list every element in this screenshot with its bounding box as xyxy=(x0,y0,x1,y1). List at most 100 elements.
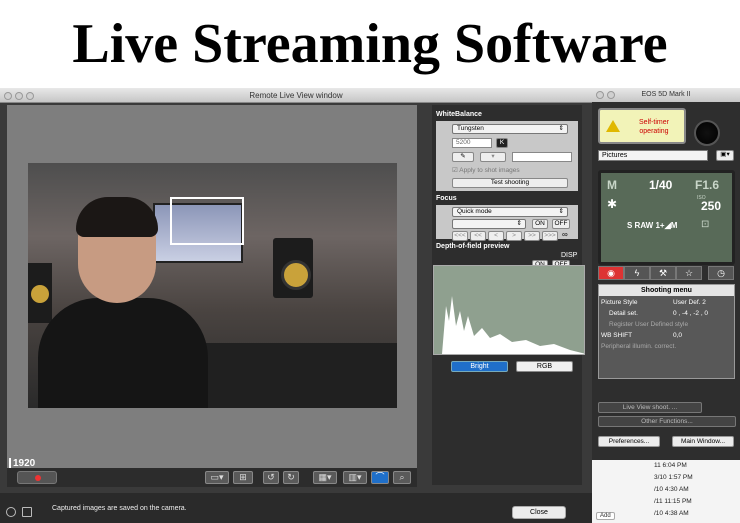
apply-checkbox-label: Apply to shot images xyxy=(459,167,520,174)
person-hair xyxy=(76,197,158,237)
eos-window-title: EOS 5D Mark II xyxy=(641,91,691,98)
speaker-right xyxy=(273,238,313,298)
speaker-left xyxy=(28,263,52,323)
minimize-window-icon[interactable] xyxy=(607,91,615,99)
face-detect-icon[interactable]: ⌒ xyxy=(371,471,389,484)
menu-row-picture-style[interactable]: Picture Style User Def. 2 xyxy=(601,297,732,308)
zoom-icon[interactable]: ▥▾ xyxy=(343,471,367,484)
grid-toggle-icon[interactable]: ⊞ xyxy=(233,471,253,484)
white-balance-section: Tungsten ⇕ 5200 K ✎ ▾ ☑ Apply to shot ima… xyxy=(436,121,578,191)
kelvin-field[interactable]: 5200 xyxy=(452,138,492,148)
infinity-icon: ∞ xyxy=(562,230,568,239)
list-item[interactable]: /11 11:15 PM xyxy=(654,498,692,505)
focus-near-mid-button[interactable]: << xyxy=(470,231,486,241)
white-balance-select[interactable]: Tungsten ⇕ xyxy=(452,124,568,134)
live-view-area[interactable] xyxy=(7,105,417,486)
iso-value[interactable]: 250 xyxy=(701,199,721,213)
record-button[interactable] xyxy=(17,471,57,484)
rlv-titlebar: Remote Live View window xyxy=(0,88,592,103)
close-button[interactable]: Close xyxy=(512,506,566,519)
camera-icon: ⊡ xyxy=(701,219,710,230)
self-timer-warning: Self-timer operating xyxy=(598,108,686,144)
tab-timer-icon[interactable]: ◷ xyxy=(708,266,734,280)
camera-lcd-panel: M 1/40 F1.6 ✱ ISO 250 S RAW 1+◢M ⊡ xyxy=(598,170,735,265)
desk xyxy=(188,343,397,408)
add-button[interactable]: Add xyxy=(596,512,615,520)
menu-row-peripheral[interactable]: Peripheral illumin. correct. xyxy=(601,341,732,352)
tab-shooting-icon[interactable]: ◉ xyxy=(598,266,624,280)
warning-icon xyxy=(606,120,620,132)
close-window-icon[interactable] xyxy=(596,91,604,99)
list-item[interactable]: /10 4:30 AM xyxy=(654,486,689,493)
wb-name-field[interactable] xyxy=(512,152,572,162)
focus-section: Quick mode ⇕ ⇕ ON OFF <<< << < > >> >>> ∞ xyxy=(436,205,578,241)
af-on-button[interactable]: ON xyxy=(532,219,548,229)
eyedropper-icon[interactable]: ✎ xyxy=(452,152,474,162)
aperture[interactable]: F1.6 xyxy=(695,178,719,192)
shooting-menu: Shooting menu Picture Style User Def. 2 D… xyxy=(598,284,735,379)
focus-far-mid-button[interactable]: >> xyxy=(524,231,540,241)
disp-badge: DISP xyxy=(560,252,579,259)
test-shooting-button[interactable]: Test shooting xyxy=(452,178,568,188)
person-body xyxy=(38,298,208,408)
live-view-shoot-button[interactable]: Live View shoot. ... xyxy=(598,402,702,413)
status-bar: Captured images are saved on the camera.… xyxy=(0,493,592,523)
focus-far-button[interactable]: > xyxy=(506,231,522,241)
minimize-window-icon[interactable] xyxy=(15,92,23,100)
aspect-icon[interactable]: ▭▾ xyxy=(205,471,229,484)
apply-checkbox[interactable]: ☑ Apply to shot images xyxy=(452,166,520,174)
menu-tabs: ◉ ϟ ⚒ ☆ ◷ xyxy=(598,266,735,280)
menu-row-detail-set[interactable]: Detail set. 0 , -4 , -2 , 0 xyxy=(601,308,732,319)
focus-near-far-button[interactable]: <<< xyxy=(452,231,468,241)
rotate-left-icon[interactable]: ↺ xyxy=(263,471,279,484)
save-location-field[interactable]: Pictures xyxy=(598,150,708,161)
dof-header: Depth-of-field preview xyxy=(436,243,510,250)
shooting-mode[interactable]: M xyxy=(607,178,617,192)
warning-text: Self-timer operating xyxy=(639,119,669,135)
list-item[interactable]: 11 6:04 PM xyxy=(654,462,687,469)
metering-icon[interactable]: ✱ xyxy=(607,197,617,211)
close-window-icon[interactable] xyxy=(4,92,12,100)
bright-button[interactable]: Bright xyxy=(451,361,508,372)
focus-mode-select[interactable]: Quick mode ⇕ xyxy=(452,207,568,217)
image-quality[interactable]: S RAW 1+◢M xyxy=(627,221,677,230)
magnify-icon[interactable]: ⌕ xyxy=(393,471,411,484)
menu-row-wb-shift[interactable]: WB SHIFT 0,0 xyxy=(601,330,732,341)
wb-preset-select[interactable]: ▾ xyxy=(480,152,506,162)
af-off-button[interactable]: OFF xyxy=(552,219,570,229)
other-functions-button[interactable]: Other Functions... xyxy=(598,416,736,427)
focus-frame[interactable] xyxy=(170,197,244,245)
finder-list: 11 6:04 PM 3/10 1:57 PM /10 4:30 AM /11 … xyxy=(592,460,740,523)
focus-header: Focus xyxy=(436,195,457,202)
status-text: Captured images are saved on the camera. xyxy=(52,505,187,512)
list-item[interactable]: 3/10 1:57 PM xyxy=(654,474,693,481)
list-item[interactable]: /10 4:38 AM xyxy=(654,510,689,517)
focus-near-button[interactable]: < xyxy=(488,231,504,241)
info-icon xyxy=(6,507,16,517)
shooting-menu-title: Shooting menu xyxy=(599,285,734,296)
eos-window: EOS 5D Mark II Self-timer operating Pict… xyxy=(592,88,740,460)
tab-settings-icon[interactable]: ⚒ xyxy=(650,266,676,280)
tab-flash-icon[interactable]: ϟ xyxy=(624,266,650,280)
histogram-curve xyxy=(442,296,584,354)
grid-icon[interactable]: ▦▾ xyxy=(313,471,337,484)
rotate-right-icon[interactable]: ↻ xyxy=(283,471,299,484)
live-view-toolbar: ▭▾ ⊞ ↺ ↻ ▦▾ ▥▾ ⌒ ⌕ xyxy=(7,468,417,487)
zoom-window-icon[interactable] xyxy=(26,92,34,100)
rlv-window-title: Remote Live View window xyxy=(249,91,343,100)
shutter-speed[interactable]: 1/40 xyxy=(649,178,672,192)
menu-row-register-style[interactable]: Register User Defined style xyxy=(601,319,732,330)
power-dial[interactable] xyxy=(694,120,720,146)
chevron-down-icon: ⇕ xyxy=(516,220,522,227)
chevron-down-icon: ⇕ xyxy=(558,208,564,215)
focus-point-select[interactable]: ⇕ xyxy=(452,219,526,229)
histogram xyxy=(433,265,585,355)
kelvin-unit-button[interactable]: K xyxy=(496,138,508,148)
tab-mymenu-icon[interactable]: ☆ xyxy=(676,266,702,280)
preferences-button[interactable]: Preferences... xyxy=(598,436,660,447)
camera-settings-icon[interactable]: ▣▾ xyxy=(716,150,734,161)
focus-far-far-button[interactable]: >>> xyxy=(542,231,558,241)
rgb-button[interactable]: RGB xyxy=(516,361,573,372)
chevron-down-icon: ⇕ xyxy=(558,125,564,132)
main-window-button[interactable]: Main Window... xyxy=(672,436,734,447)
